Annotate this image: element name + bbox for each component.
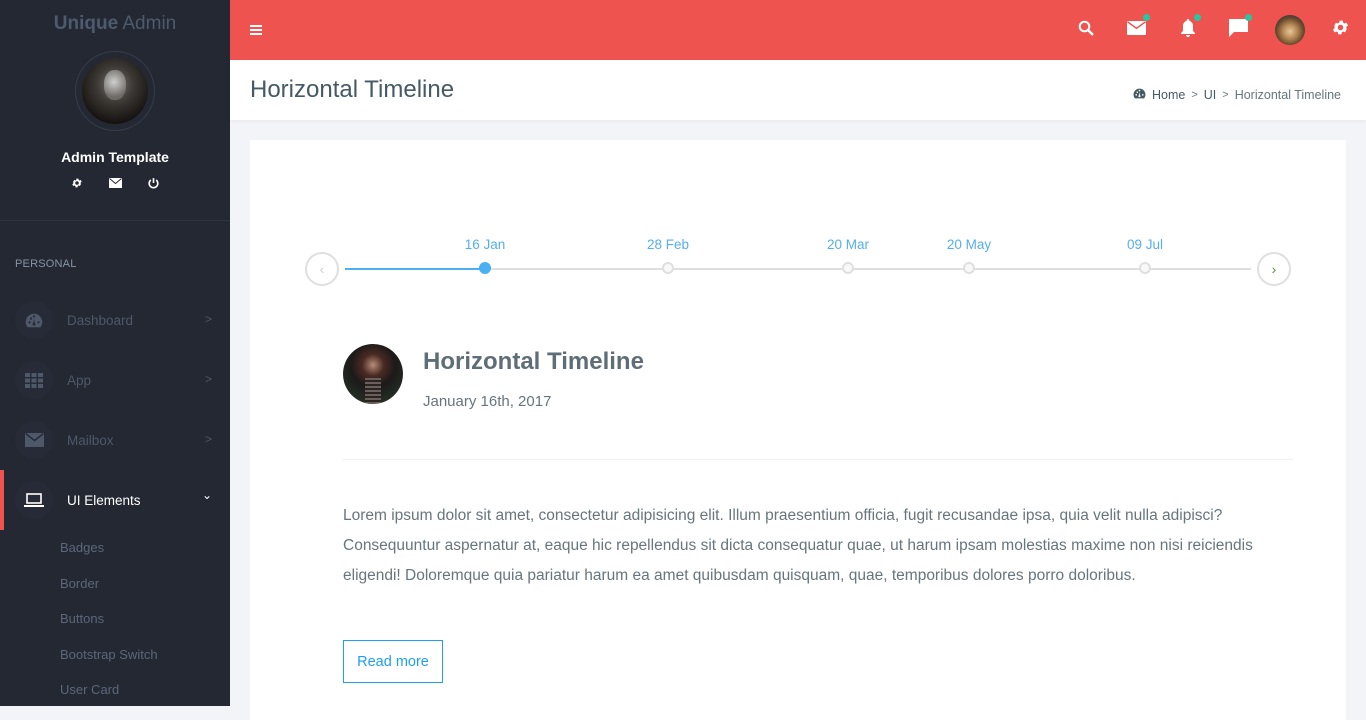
sidebar-section-header: PERSONAL bbox=[15, 258, 77, 270]
notification-dot bbox=[1194, 14, 1201, 21]
mail-icon[interactable] bbox=[107, 175, 123, 191]
messages-button[interactable] bbox=[1111, 0, 1162, 60]
user-avatar-ring bbox=[75, 51, 155, 131]
bell-icon bbox=[1180, 18, 1196, 42]
submenu-item-bootstrap-switch[interactable]: Bootstrap Switch bbox=[0, 643, 230, 679]
mail-icon bbox=[15, 421, 53, 459]
timeline-event[interactable]: 20 Mar bbox=[808, 235, 888, 274]
search-button[interactable] bbox=[1060, 0, 1111, 60]
timeline-event-date: 16 Jan bbox=[464, 237, 506, 252]
user-profile: Admin Template bbox=[0, 51, 230, 191]
chevron-right-icon: > bbox=[204, 432, 212, 446]
submenu-item-user-card[interactable]: User Card bbox=[0, 678, 230, 714]
timeline-prev-button[interactable]: ‹ bbox=[305, 252, 339, 286]
sidebar-menu: Dashboard > App > Mailbox > UI Elements … bbox=[0, 290, 230, 714]
page-title: Horizontal Timeline bbox=[250, 76, 455, 103]
timeline-event-dot bbox=[1139, 262, 1151, 274]
dashboard-gauge-icon bbox=[1133, 88, 1146, 102]
grid-icon bbox=[15, 361, 53, 399]
timeline-event-date: 20 Mar bbox=[826, 237, 870, 252]
sidebar-item-ui-elements[interactable]: UI Elements ⌄ bbox=[0, 470, 230, 530]
laptop-icon bbox=[15, 481, 53, 519]
event-body: Lorem ipsum dolor sit amet, consectetur … bbox=[343, 507, 1253, 584]
timeline-track: 16 Jan 28 Feb 20 Mar 20 May 09 Jul bbox=[345, 237, 1251, 274]
search-icon bbox=[1078, 20, 1094, 41]
sidebar-item-dashboard[interactable]: Dashboard > bbox=[0, 290, 230, 350]
event-title: Horizontal Timeline bbox=[423, 348, 644, 375]
timeline-event[interactable]: 09 Jul bbox=[1105, 235, 1185, 274]
breadcrumb-home[interactable]: Home bbox=[1152, 88, 1185, 102]
timeline-event-date: 20 May bbox=[946, 237, 992, 252]
topbar bbox=[230, 0, 1366, 60]
gear-icon[interactable] bbox=[69, 175, 85, 191]
breadcrumb-separator: > bbox=[1222, 89, 1229, 101]
sidebar-item-label: UI Elements bbox=[67, 492, 141, 508]
timeline-event-date: 28 Feb bbox=[646, 237, 690, 252]
settings-button[interactable] bbox=[1315, 0, 1366, 60]
brand-light: Admin bbox=[118, 13, 177, 34]
chevron-right-icon: › bbox=[1271, 261, 1277, 277]
timeline-event-dot bbox=[842, 262, 854, 274]
notification-dot bbox=[1143, 14, 1150, 21]
page-header: Horizontal Timeline Home > UI > Horizont… bbox=[230, 60, 1366, 120]
timeline-card: ‹ 16 Jan 28 Feb 20 Mar 20 May 09 Jul › Horiz… bbox=[250, 140, 1346, 720]
brand-bold: Unique bbox=[53, 13, 119, 34]
sidebar-item-label: Mailbox bbox=[67, 432, 114, 448]
chat-icon bbox=[1229, 18, 1248, 42]
timeline-next-button[interactable]: › bbox=[1257, 252, 1291, 286]
sidebar-item-label: Dashboard bbox=[67, 312, 134, 328]
sidebar-item-app[interactable]: App > bbox=[0, 350, 230, 410]
user-actions bbox=[0, 175, 230, 191]
horizontal-timeline: ‹ 16 Jan 28 Feb 20 Mar 20 May 09 Jul › bbox=[305, 235, 1291, 295]
submenu-item-border[interactable]: Border bbox=[0, 572, 230, 608]
user-menu-button[interactable] bbox=[1264, 0, 1315, 60]
topbar-icons bbox=[1060, 0, 1366, 60]
sidebar: Unique Admin Admin Template PERSONAL Das… bbox=[0, 0, 230, 706]
user-avatar bbox=[1274, 15, 1305, 45]
timeline-event-dot bbox=[662, 262, 674, 274]
power-icon[interactable] bbox=[145, 175, 161, 191]
event-avatar bbox=[343, 344, 403, 404]
user-avatar[interactable] bbox=[82, 58, 148, 124]
chevron-right-icon: > bbox=[204, 372, 212, 386]
gear-icon bbox=[1331, 18, 1350, 42]
chevron-right-icon: > bbox=[204, 312, 212, 326]
timeline-event-dot bbox=[479, 262, 491, 274]
submenu-item-buttons[interactable]: Buttons bbox=[0, 607, 230, 643]
submenu-item-badges[interactable]: Badges bbox=[0, 536, 230, 572]
read-more-button[interactable]: Read more bbox=[343, 640, 443, 683]
brand-logo[interactable]: Unique Admin bbox=[0, 0, 230, 48]
mail-icon bbox=[1127, 20, 1146, 40]
breadcrumb: Home > UI > Horizontal Timeline bbox=[1133, 88, 1341, 102]
notification-dot bbox=[1245, 14, 1252, 21]
notifications-button[interactable] bbox=[1162, 0, 1213, 60]
breadcrumb-ui[interactable]: UI bbox=[1204, 88, 1217, 102]
ui-elements-submenu: Badges Border Buttons Bootstrap Switch U… bbox=[0, 530, 230, 714]
dashboard-gauge-icon bbox=[15, 301, 53, 339]
event-date: January 16th, 2017 bbox=[423, 393, 552, 410]
timeline-event[interactable]: 20 May bbox=[929, 235, 1009, 274]
timeline-event[interactable]: 16 Jan bbox=[445, 235, 525, 274]
sidebar-item-mailbox[interactable]: Mailbox > bbox=[0, 410, 230, 470]
timeline-event-dot bbox=[963, 262, 975, 274]
chat-button[interactable] bbox=[1213, 0, 1264, 60]
event-divider bbox=[343, 459, 1293, 460]
chevron-down-icon: ⌄ bbox=[201, 488, 212, 502]
sidebar-item-label: App bbox=[67, 372, 92, 388]
user-name[interactable]: Admin Template bbox=[0, 149, 230, 165]
breadcrumb-separator: > bbox=[1191, 89, 1198, 101]
hamburger-menu-icon[interactable] bbox=[250, 25, 262, 35]
breadcrumb-current: Horizontal Timeline bbox=[1234, 88, 1341, 102]
chevron-left-icon: ‹ bbox=[319, 261, 325, 277]
timeline-event-date: 09 Jul bbox=[1126, 237, 1164, 252]
timeline-event[interactable]: 28 Feb bbox=[628, 235, 708, 274]
